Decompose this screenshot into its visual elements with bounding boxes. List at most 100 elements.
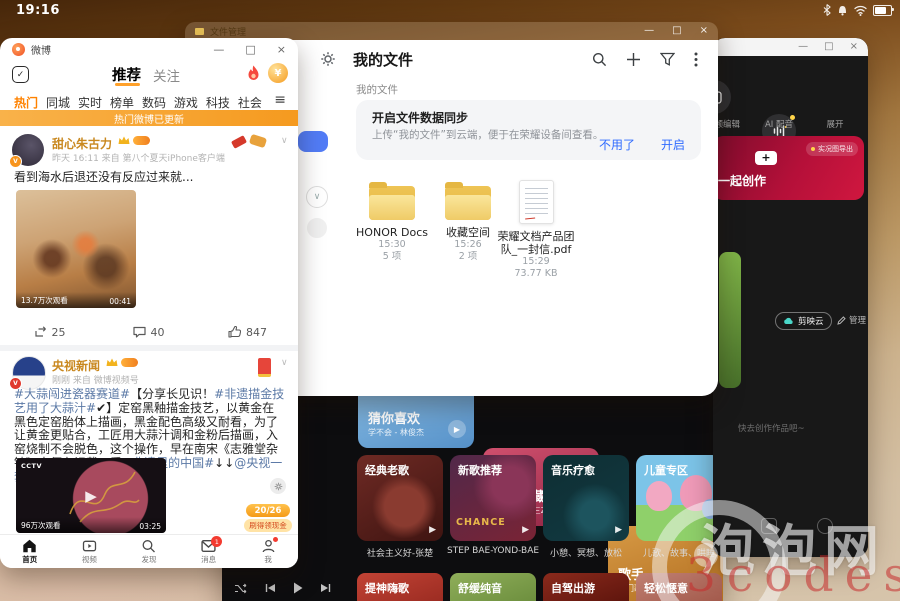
plus-icon: + <box>755 151 777 165</box>
task-reward-pill[interactable]: 刷得领现金 <box>244 519 292 532</box>
nav-video[interactable]: 视频 <box>60 535 120 568</box>
play-icon[interactable]: ▶ <box>615 525 622 535</box>
repost-action[interactable]: 25 <box>0 326 99 339</box>
category-menu-icon[interactable]: ≡ <box>274 92 286 108</box>
close-button[interactable]: × <box>277 44 286 55</box>
post-text[interactable]: 看到海水后退还没有反应过来就... <box>14 170 286 185</box>
maximize-button[interactable]: □ <box>824 42 833 52</box>
sidebar-selected-item[interactable] <box>298 131 328 152</box>
category-tab[interactable]: 同城 <box>46 94 70 111</box>
video-duration: 00:41 <box>109 297 131 306</box>
capcut-titlebar[interactable]: — □ × <box>713 38 868 56</box>
weibo-titlebar[interactable]: 微博 — □ × <box>0 38 298 60</box>
tab-recommend[interactable]: 推荐 <box>112 64 141 85</box>
sync-banner-card: 开启文件数据同步 上传“我的文件”到云端，便于在荣耀设备间查看。 不用了 开启 <box>356 100 701 160</box>
video-views: 96万次观看 <box>21 521 61 530</box>
post-video-thumbnail[interactable]: 13.7万次观看 00:41 <box>16 190 136 308</box>
play-icon[interactable]: ▶ <box>448 420 466 438</box>
pencil-icon <box>837 315 846 325</box>
bluetooth-icon <box>823 4 831 16</box>
play-icon[interactable]: ▶ <box>429 525 436 535</box>
manage-button[interactable]: 管理 <box>837 314 866 326</box>
templates-tab-icon[interactable] <box>761 518 777 534</box>
category-tab[interactable]: 实时 <box>78 94 102 111</box>
close-button[interactable]: × <box>700 26 708 36</box>
file-time: 15:29 <box>522 256 550 267</box>
spark-icon <box>811 147 815 151</box>
music-card-energizing[interactable]: 提神嗨歌 <box>357 573 443 601</box>
sidebar-rail-item[interactable] <box>307 218 327 238</box>
check-in-icon[interactable]: ✓ <box>12 66 29 83</box>
shuffle-icon[interactable] <box>234 583 248 594</box>
decline-sync-button[interactable]: 不用了 <box>599 136 635 153</box>
search-icon <box>143 539 156 552</box>
post-author[interactable]: 甜心朱古力 <box>52 135 112 152</box>
chevron-down-icon[interactable]: ∨ <box>281 136 288 146</box>
gold-decoration-icon <box>248 133 268 149</box>
draft-thumbnail[interactable] <box>719 252 741 388</box>
like-action[interactable]: 847 <box>198 326 297 339</box>
minimize-button[interactable]: — <box>213 44 224 55</box>
music-card-relaxing[interactable]: 轻松惬意 <box>636 573 722 601</box>
filter-icon[interactable] <box>660 52 675 67</box>
maximize-button[interactable]: □ <box>245 44 255 55</box>
weibo-window: 微博 — □ × ✓ 推荐 关注 ¥ 热门 同城 实时 榜单 数码 游戏 科技 … <box>0 38 298 568</box>
maximize-button[interactable]: □ <box>672 26 681 36</box>
firecracker-decoration-icon <box>230 135 248 149</box>
enable-sync-button[interactable]: 开启 <box>661 136 685 153</box>
post-video-thumbnail[interactable]: CCTV ▶ 96万次观看 03:25 <box>16 458 166 533</box>
music-card-roadtrip[interactable]: 自驾出游 <box>543 573 629 601</box>
sidebar-expand-chevron[interactable]: ∨ <box>306 186 328 208</box>
category-tab[interactable]: 榜单 <box>110 94 134 111</box>
tab-follow[interactable]: 关注 <box>153 65 180 85</box>
minimize-button[interactable]: — <box>644 26 654 36</box>
minimize-button[interactable]: — <box>798 42 808 52</box>
music-card-new-songs[interactable]: 新歌推荐 CHANCE ▶ <box>450 455 536 541</box>
unread-badge: 1 <box>211 536 223 547</box>
music-card-classic-songs[interactable]: 经典老歌 ▶ <box>357 455 443 541</box>
category-tab[interactable]: 热门 <box>14 94 38 111</box>
feed-settings-gear-icon[interactable] <box>270 478 286 494</box>
window-title: 文件管理 <box>210 27 247 38</box>
close-button[interactable]: × <box>850 42 858 52</box>
hot-flame-icon[interactable] <box>246 65 261 82</box>
battery-icon <box>873 4 894 16</box>
next-icon[interactable] <box>320 583 331 593</box>
breadcrumb[interactable]: 我的文件 <box>356 82 398 97</box>
add-icon[interactable] <box>626 52 641 67</box>
file-item-pdf[interactable]: 荣耀文档产品团队_一封信.pdf 15:29 73.77 KB <box>493 180 579 280</box>
play-icon[interactable]: ▶ <box>85 487 97 505</box>
nav-home[interactable]: 首页 <box>0 535 60 568</box>
post-author[interactable]: 央视新闻 <box>52 357 100 374</box>
card-title: 舒缓纯音 <box>458 582 502 595</box>
music-card-kids[interactable]: 儿童专区 <box>636 455 722 541</box>
file-item-folder[interactable]: HONOR Docs 15:30 5 项 <box>349 182 435 263</box>
category-tab[interactable]: 科技 <box>206 94 230 111</box>
drafts-tab-icon[interactable] <box>817 518 833 534</box>
mini-player <box>234 582 331 594</box>
video-views: 13.7万次观看 <box>21 296 68 305</box>
nav-messages[interactable]: 1 消息 <box>179 535 239 568</box>
nav-profile[interactable]: 我 <box>238 535 298 568</box>
play-icon[interactable]: ▶ <box>522 525 529 535</box>
category-tab[interactable]: 社会 <box>238 94 262 111</box>
comment-action[interactable]: 40 <box>99 326 198 339</box>
category-tab[interactable]: 游戏 <box>174 94 198 111</box>
capcut-cloud-button[interactable]: 剪映云 <box>775 312 832 330</box>
more-menu-icon[interactable] <box>694 52 698 67</box>
feed-update-banner[interactable]: 热门微博已更新 <box>0 110 298 126</box>
chevron-down-icon[interactable]: ∨ <box>281 358 288 368</box>
tool-label: 展开 <box>826 120 844 130</box>
tasks-coin-icon[interactable]: ¥ <box>268 63 288 83</box>
task-progress-pill[interactable]: 20/26 <box>246 504 290 517</box>
category-tab[interactable]: 数码 <box>142 94 166 111</box>
start-creating-banner[interactable]: 实况图导出 + 一起创作 <box>713 136 864 200</box>
previous-icon[interactable] <box>265 583 276 593</box>
nav-discover[interactable]: 发现 <box>119 535 179 568</box>
music-card-healing[interactable]: 音乐疗愈 ▶ <box>543 455 629 541</box>
settings-gear-icon[interactable] <box>320 51 336 67</box>
search-icon[interactable] <box>592 52 607 67</box>
music-card-soothing[interactable]: 舒缓纯音 <box>450 573 536 601</box>
sync-description: 上传“我的文件”到云端，便于在荣耀设备间查看。 <box>372 129 604 141</box>
play-icon[interactable] <box>293 582 303 594</box>
